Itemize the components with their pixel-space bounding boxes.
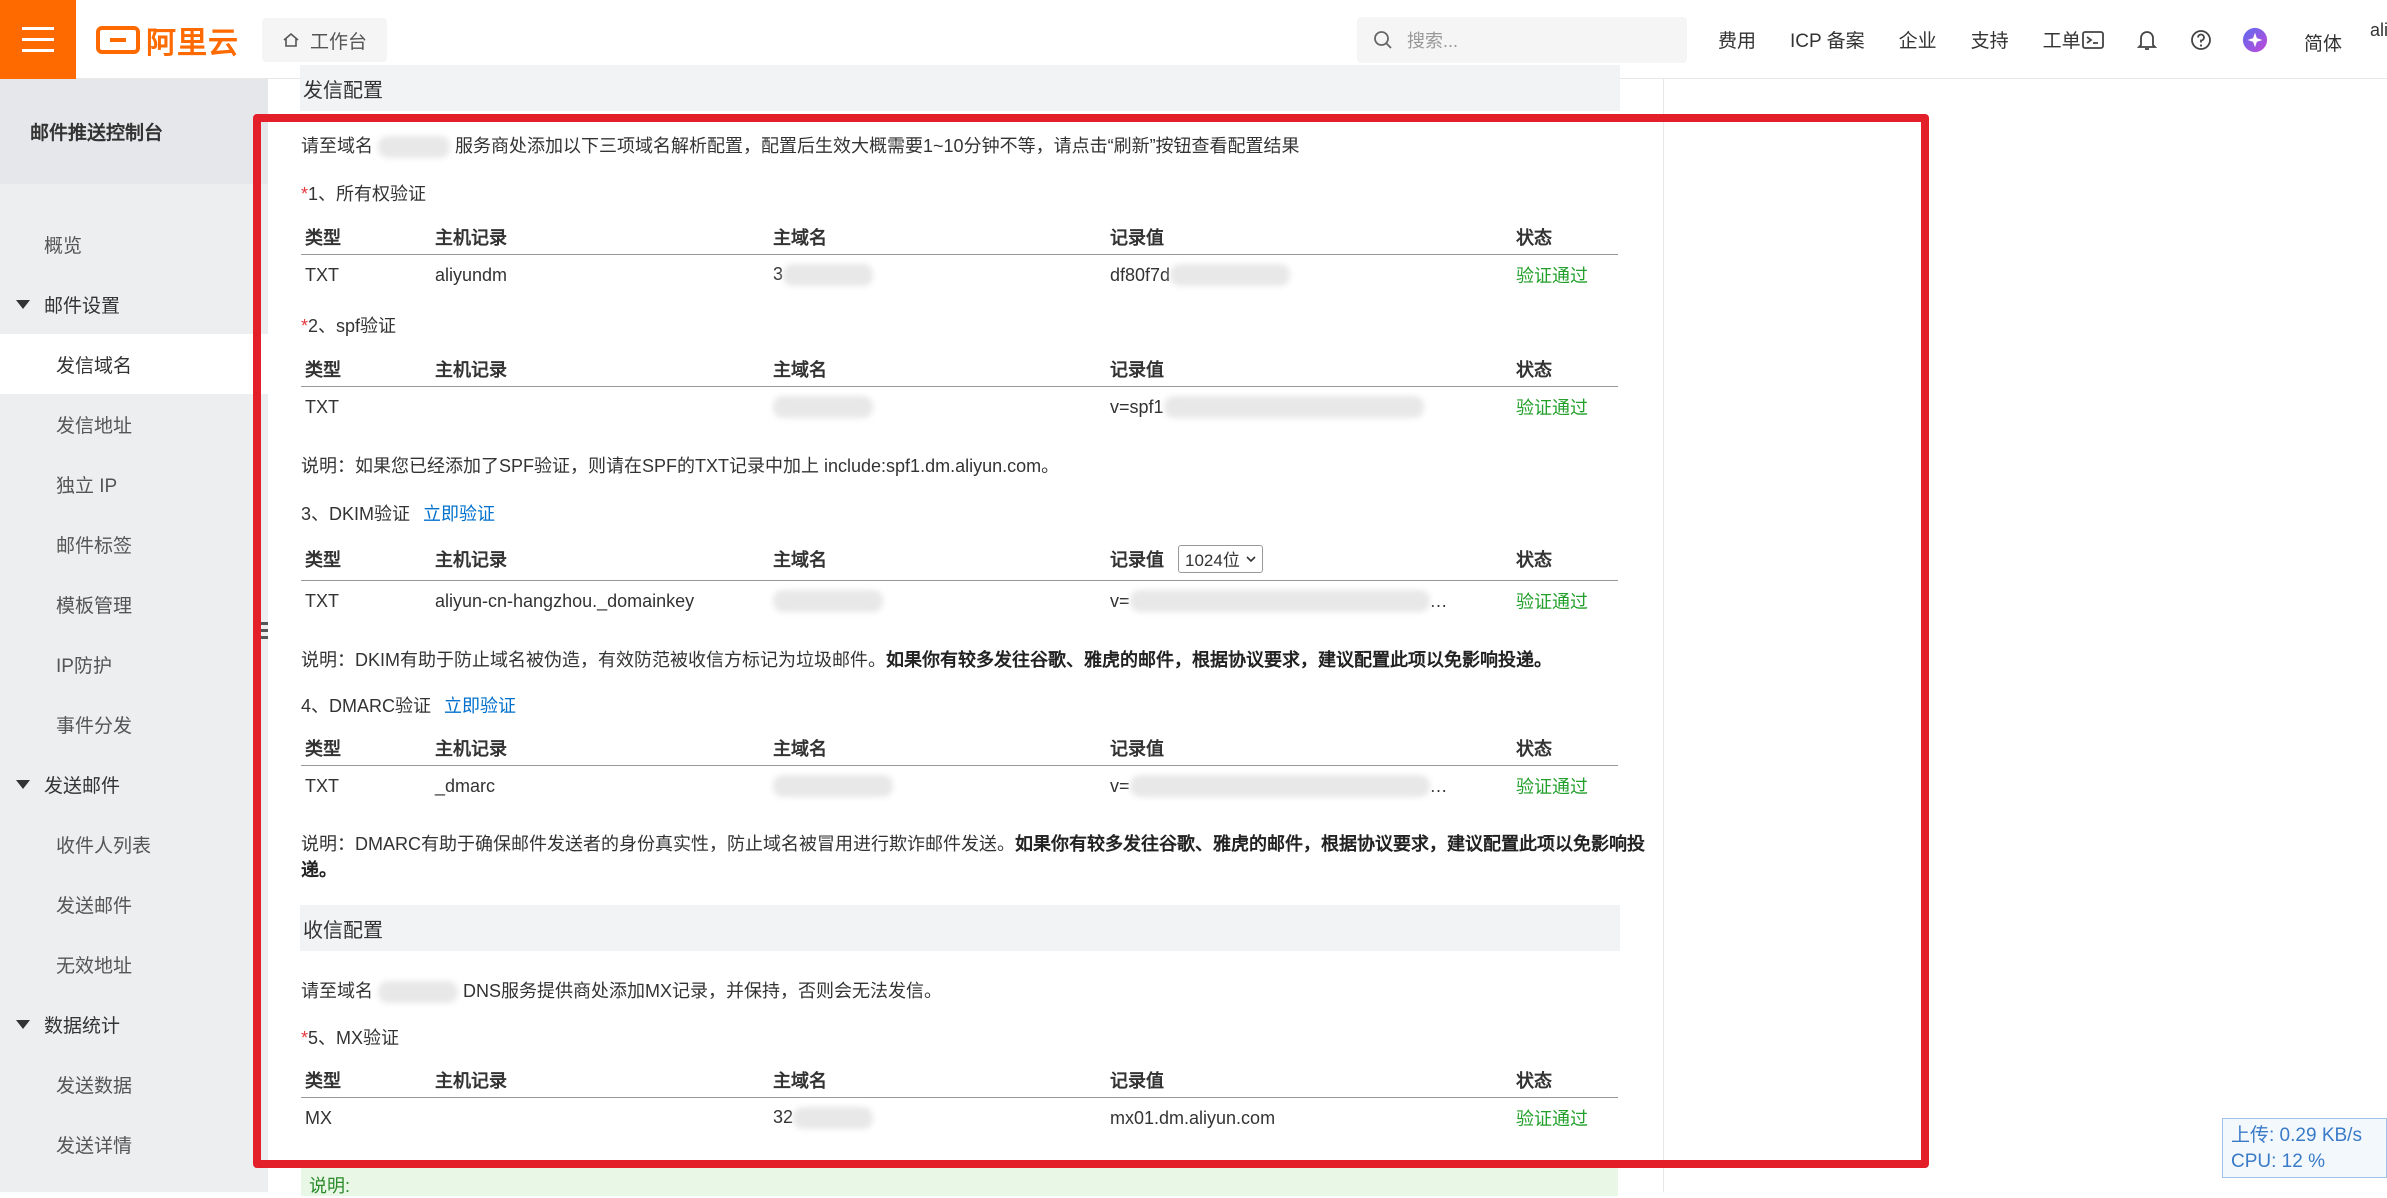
search-icon bbox=[1374, 31, 1392, 49]
hamburger-menu-button[interactable] bbox=[0, 0, 76, 79]
sidebar-item-label: 发送详情 bbox=[56, 1135, 133, 1157]
nav-support[interactable]: 支持 bbox=[1971, 26, 2009, 53]
sidebar-item-send-mail[interactable]: 发送邮件 bbox=[0, 874, 268, 934]
sidebar-item-label: 邮件设置 bbox=[44, 295, 121, 317]
nav-enterprise[interactable]: 企业 bbox=[1899, 26, 1937, 53]
sidebar-item-label: 模板管理 bbox=[56, 595, 133, 617]
sidebar-group-mail-settings[interactable]: 邮件设置 bbox=[0, 274, 268, 334]
nav-icp[interactable]: ICP 备案 bbox=[1790, 26, 1865, 53]
caret-down-icon bbox=[16, 779, 30, 789]
sidebar-item-event-dispatch[interactable]: 事件分发 bbox=[0, 694, 268, 754]
user-name[interactable]: ali bbox=[2370, 20, 2387, 41]
sidebar-item-sender-domain[interactable]: 发信域名 bbox=[0, 334, 268, 394]
console-title: 邮件推送控制台 bbox=[0, 79, 268, 184]
upload-speed: 上传: 0.29 KB/s bbox=[2231, 1125, 2362, 1146]
sidebar-item-label: 事件分发 bbox=[56, 715, 133, 737]
sidebar-item-label: 概览 bbox=[44, 235, 83, 257]
workbench-button[interactable]: 工作台 bbox=[262, 18, 388, 62]
highlight-frame bbox=[253, 114, 1929, 1168]
search-input[interactable]: 搜索... bbox=[1357, 17, 1687, 63]
sidebar-item-ip-protection[interactable]: IP防护 bbox=[0, 634, 268, 694]
sidebar-item-label: 邮件标签 bbox=[56, 535, 133, 557]
top-icons bbox=[2080, 0, 2296, 79]
nav-ticket[interactable]: 工单 bbox=[2043, 26, 2081, 53]
sidebar-item-label: IP防护 bbox=[56, 655, 112, 677]
sidebar-item-send-data[interactable]: 发送数据 bbox=[0, 1054, 268, 1114]
sidebar-item-label: 发送数据 bbox=[56, 1075, 133, 1097]
avatar-icon[interactable] bbox=[2242, 27, 2268, 53]
sidebar-item-label: 发信地址 bbox=[56, 415, 133, 437]
help-icon[interactable] bbox=[2188, 27, 2214, 53]
brand-name: 阿里云 bbox=[146, 27, 239, 60]
sidebar-item-recipient-list[interactable]: 收件人列表 bbox=[0, 814, 268, 874]
sidebar-item-label: 发送邮件 bbox=[44, 775, 121, 797]
caret-down-icon bbox=[16, 299, 30, 309]
sidebar-item-label: 数据统计 bbox=[44, 1015, 121, 1037]
sidebar-item-label: 独立 IP bbox=[56, 475, 118, 497]
terminal-icon[interactable] bbox=[2080, 27, 2106, 53]
sidebar-item-label: 收件人列表 bbox=[56, 835, 152, 857]
sidebar-item-templates[interactable]: 模板管理 bbox=[0, 574, 268, 634]
bell-icon[interactable] bbox=[2134, 27, 2160, 53]
aliyun-logo[interactable]: 阿里云 bbox=[96, 22, 239, 60]
network-cpu-monitor: 上传: 0.29 KB/s CPU: 12 % bbox=[2222, 1118, 2387, 1178]
workbench-label: 工作台 bbox=[310, 31, 368, 53]
sidebar-item-overview[interactable]: 概览 bbox=[0, 214, 268, 274]
language-switch[interactable]: 简体 bbox=[2304, 29, 2342, 56]
sidebar: 邮件推送控制台 概览 邮件设置 发信域名 发信地址 独立 IP 邮件标签 模板管… bbox=[0, 79, 268, 1192]
caret-down-icon bbox=[16, 1019, 30, 1029]
cpu-usage: CPU: 12 % bbox=[2231, 1151, 2325, 1172]
nav-billing[interactable]: 费用 bbox=[1718, 26, 1756, 53]
sidebar-nav: 概览 邮件设置 发信域名 发信地址 独立 IP 邮件标签 模板管理 IP防护 事… bbox=[0, 214, 268, 1174]
sidebar-item-dedicated-ip[interactable]: 独立 IP bbox=[0, 454, 268, 514]
home-icon bbox=[283, 32, 299, 47]
sidebar-item-mail-tags[interactable]: 邮件标签 bbox=[0, 514, 268, 574]
sidebar-item-label: 发送邮件 bbox=[56, 895, 133, 917]
send-config-heading: 发信配置 bbox=[300, 65, 1620, 111]
sidebar-item-send-detail[interactable]: 发送详情 bbox=[0, 1114, 268, 1174]
sidebar-group-statistics[interactable]: 数据统计 bbox=[0, 994, 268, 1054]
sidebar-item-invalid-address[interactable]: 无效地址 bbox=[0, 934, 268, 994]
top-nav: 费用 ICP 备案 企业 支持 工单 bbox=[1718, 0, 2115, 79]
sidebar-group-send-mail[interactable]: 发送邮件 bbox=[0, 754, 268, 814]
sidebar-item-label: 无效地址 bbox=[56, 955, 133, 977]
sidebar-item-sender-address[interactable]: 发信地址 bbox=[0, 394, 268, 454]
search-placeholder: 搜索... bbox=[1407, 31, 1459, 51]
aliyun-logo-icon bbox=[96, 26, 140, 54]
sidebar-item-label: 发信域名 bbox=[56, 355, 133, 377]
